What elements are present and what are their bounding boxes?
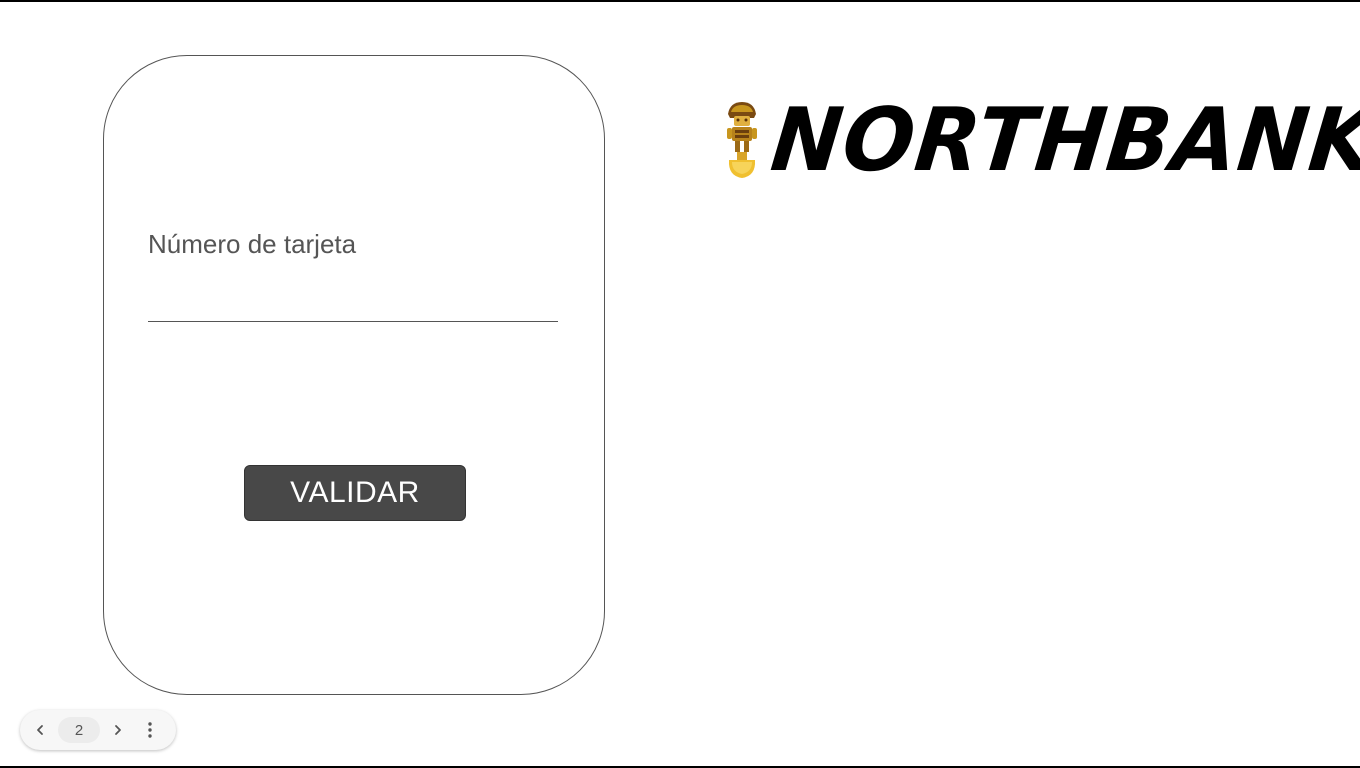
brand-logo: NORTHBANK — [722, 89, 1360, 191]
chevron-right-icon[interactable] — [106, 718, 130, 742]
more-vert-icon[interactable] — [138, 718, 162, 742]
page: Número de tarjeta VALIDAR NORTHBANK 2 — [0, 0, 1360, 768]
validate-button[interactable]: VALIDAR — [244, 465, 466, 521]
card-number-label: Número de tarjeta — [148, 229, 357, 259]
tumi-icon — [727, 102, 757, 178]
chevron-left-icon[interactable] — [28, 718, 52, 742]
slide-pager: 2 — [20, 710, 176, 750]
card-number-input[interactable] — [148, 286, 558, 322]
card-validation-panel: Número de tarjeta VALIDAR — [103, 55, 605, 695]
brand-name: NORTHBANK — [766, 89, 1360, 191]
current-page-number[interactable]: 2 — [58, 717, 100, 743]
